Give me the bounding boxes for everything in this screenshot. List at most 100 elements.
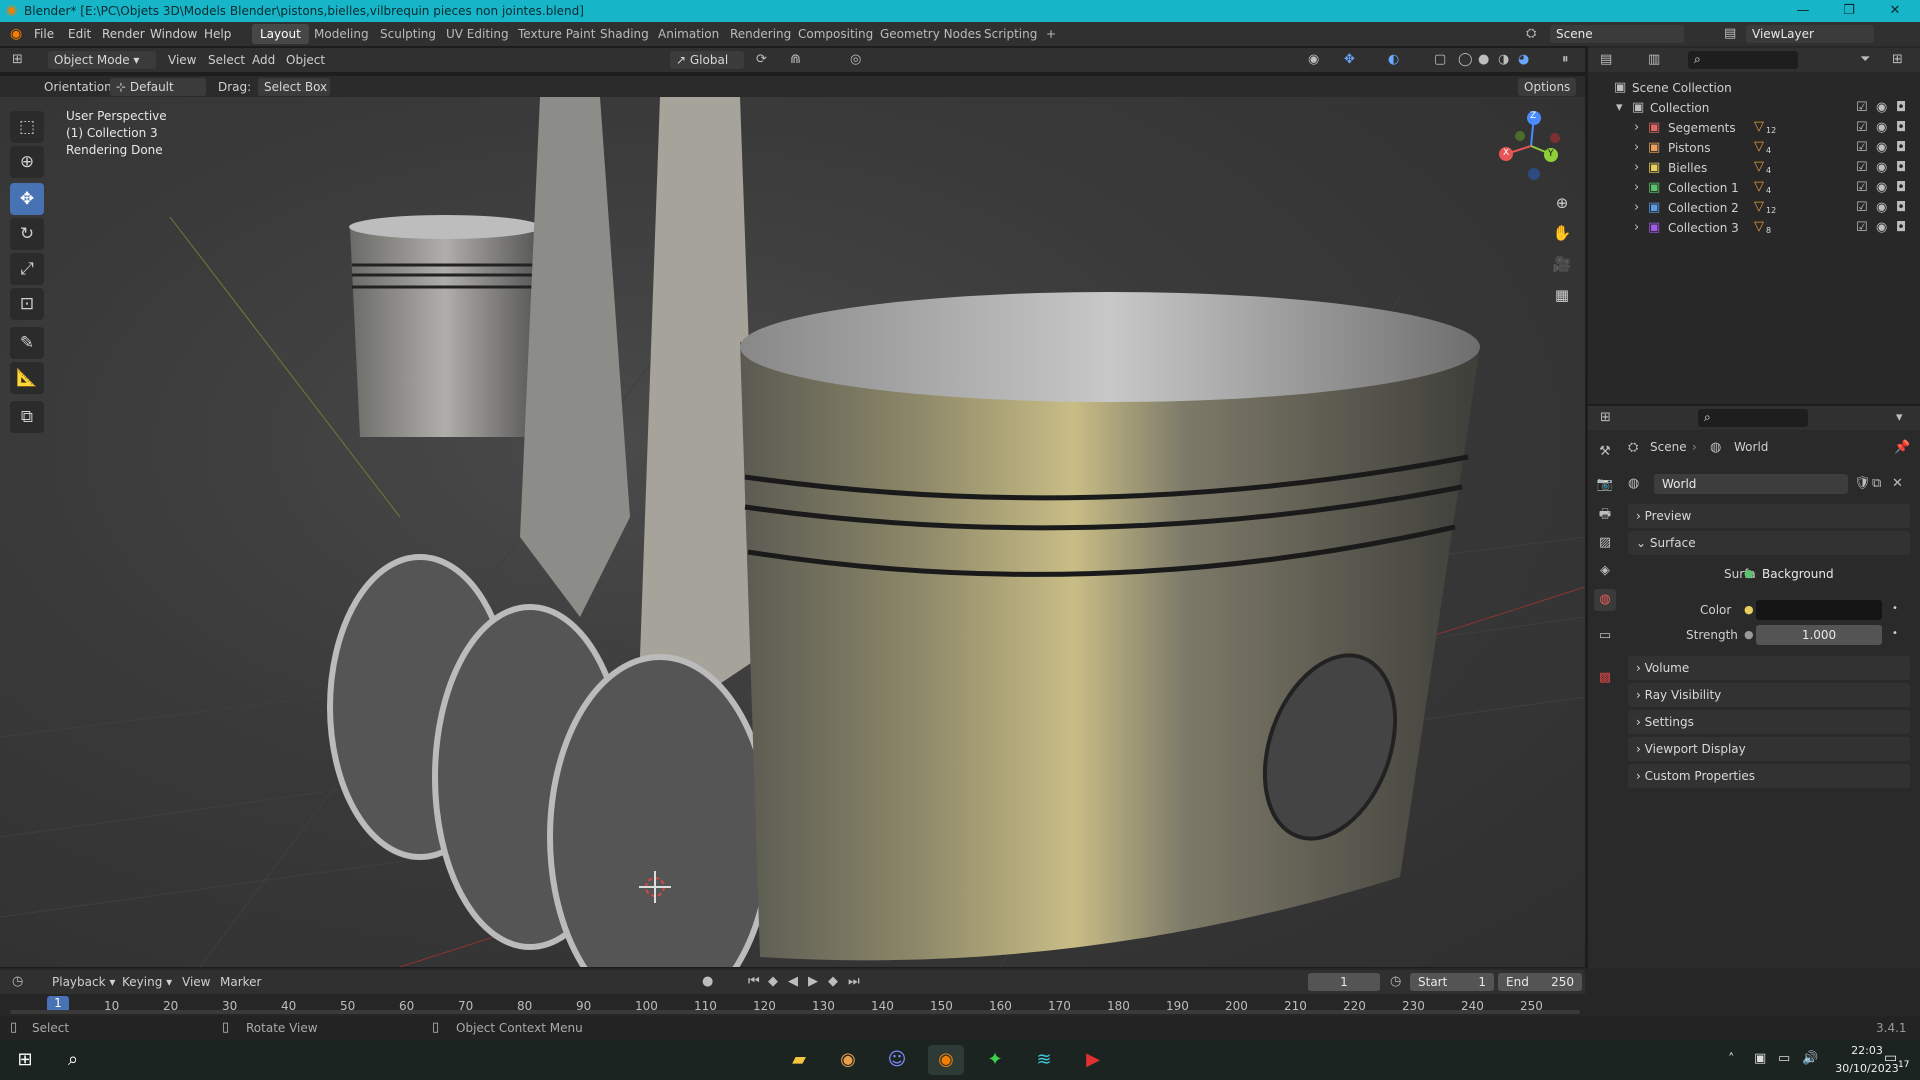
play-reverse-icon[interactable]: ◀ bbox=[788, 974, 798, 989]
properties-editor-type-icon[interactable]: ⊞ bbox=[1600, 410, 1611, 425]
unlink-world-icon[interactable]: ✕ bbox=[1892, 476, 1903, 491]
notification-icon[interactable]: ▭ bbox=[1884, 1050, 1897, 1066]
texture-tab-icon[interactable]: ▩ bbox=[1594, 667, 1616, 689]
collection-tab-icon[interactable]: ▭ bbox=[1594, 625, 1616, 647]
render-camera-icon[interactable]: ◘ bbox=[1896, 120, 1906, 135]
tab-animation[interactable]: Animation bbox=[650, 24, 727, 44]
solid-shading-icon[interactable]: ● bbox=[1478, 52, 1489, 67]
visibility-icon[interactable]: ◉ bbox=[1308, 52, 1319, 67]
panel-preview[interactable]: › Preview bbox=[1628, 504, 1910, 528]
menu-add[interactable]: Add bbox=[252, 53, 275, 67]
pan-hand-icon[interactable]: ✋ bbox=[1548, 219, 1576, 247]
mode-selector[interactable]: Object Mode ▾ bbox=[48, 51, 156, 69]
preview-range-icon[interactable]: ◷ bbox=[1390, 974, 1401, 989]
pivot-point-icon[interactable]: ⟳ bbox=[756, 52, 767, 67]
timeline-editor-type-icon[interactable]: ◷ bbox=[12, 974, 23, 989]
next-keyframe-icon[interactable]: ◆ bbox=[828, 974, 838, 989]
new-collection-icon[interactable]: ⊞ bbox=[1892, 52, 1903, 67]
menu-window[interactable]: Window bbox=[150, 27, 197, 41]
scene-selector[interactable]: Scene bbox=[1550, 25, 1684, 43]
proportional-edit-icon[interactable]: ◎ bbox=[850, 52, 861, 67]
tab-compositing[interactable]: Compositing bbox=[790, 24, 881, 44]
maximize-button[interactable]: ❐ bbox=[1826, 0, 1872, 22]
cursor-tool[interactable]: ⊕ bbox=[10, 146, 44, 178]
world-browse-icon[interactable]: ◍ bbox=[1628, 476, 1639, 491]
xray-toggle-icon[interactable]: ▢ bbox=[1434, 52, 1446, 67]
gizmo-toggle-icon[interactable]: ✥ bbox=[1344, 52, 1355, 67]
properties-search-input[interactable]: ⌕ bbox=[1698, 409, 1808, 427]
discord-icon[interactable]: ☺ bbox=[879, 1045, 915, 1075]
menu-render[interactable]: Render bbox=[102, 27, 145, 41]
rendered-shading-icon[interactable]: ◕ bbox=[1518, 52, 1529, 67]
surface-shader-field[interactable]: Background bbox=[1756, 564, 1882, 584]
view-layer-tab-icon[interactable]: ▨ bbox=[1594, 532, 1616, 554]
rotate-tool[interactable]: ↻ bbox=[10, 218, 44, 250]
checkbox-icon[interactable]: ☑ bbox=[1856, 200, 1868, 215]
checkbox-icon[interactable]: ☑ bbox=[1856, 220, 1868, 235]
expand-arrow-icon[interactable]: › bbox=[1634, 200, 1639, 215]
outliner-row-collection[interactable]: ▾ ▣ Collection ☑ ◉ ◘ bbox=[1588, 98, 1920, 118]
tab-layout[interactable]: Layout bbox=[252, 24, 309, 44]
expand-arrow-icon[interactable]: › bbox=[1634, 120, 1639, 135]
panel-volume[interactable]: › Volume bbox=[1628, 656, 1910, 680]
render-camera-icon[interactable]: ◘ bbox=[1896, 200, 1906, 215]
tool-tab-icon[interactable]: ⚒ bbox=[1594, 441, 1616, 463]
menu-help[interactable]: Help bbox=[204, 27, 231, 41]
checkbox-icon[interactable]: ☑ bbox=[1856, 120, 1868, 135]
expand-arrow-icon[interactable]: › bbox=[1634, 140, 1639, 155]
media-player-icon[interactable]: ▶ bbox=[1075, 1045, 1111, 1075]
checkbox-icon[interactable]: ☑ bbox=[1856, 140, 1868, 155]
measure-tool[interactable]: 📐 bbox=[10, 362, 44, 394]
fake-user-icon[interactable]: 🛡 bbox=[1854, 476, 1871, 491]
properties-options-icon[interactable]: ▾ bbox=[1896, 410, 1903, 425]
menu-marker[interactable]: Marker bbox=[220, 975, 261, 989]
eye-icon[interactable]: ◉ bbox=[1876, 160, 1887, 175]
eye-icon[interactable]: ◉ bbox=[1876, 120, 1887, 135]
color-swatch[interactable] bbox=[1756, 600, 1882, 620]
prev-keyframe-icon[interactable]: ◆ bbox=[768, 974, 778, 989]
outliner-row[interactable]: › ▣ Collection 3 ▽ 8 ☑ ◉ ◘ bbox=[1588, 218, 1920, 238]
zoom-icon[interactable]: ⊕ bbox=[1548, 189, 1576, 217]
pin-icon[interactable]: 📌 bbox=[1894, 440, 1910, 455]
outliner-row[interactable]: › ▣ Bielles ▽ 4 ☑ ◉ ◘ bbox=[1588, 158, 1920, 178]
move-tool[interactable]: ✥ bbox=[10, 183, 44, 215]
transform-tool[interactable]: ⊡ bbox=[10, 288, 44, 320]
snap-icon[interactable]: ⋒ bbox=[790, 52, 801, 67]
new-world-icon[interactable]: ⧉ bbox=[1872, 476, 1881, 491]
select-box-tool[interactable]: ⬚ bbox=[10, 111, 44, 143]
tray-app-icon[interactable]: ▣ bbox=[1754, 1051, 1766, 1066]
tab-rendering[interactable]: Rendering bbox=[722, 24, 799, 44]
record-icon[interactable]: ● bbox=[702, 974, 713, 989]
outliner-row-scene-collection[interactable]: ▣ Scene Collection bbox=[1588, 78, 1920, 98]
scale-tool[interactable]: ⤢ bbox=[10, 253, 44, 285]
app-green-icon[interactable]: ✦ bbox=[977, 1045, 1013, 1075]
eye-icon[interactable]: ◉ bbox=[1876, 220, 1887, 235]
pause-render-icon[interactable]: ⏸ bbox=[1562, 52, 1569, 67]
transform-orientation-dropdown[interactable]: ↗ Global bbox=[670, 51, 744, 69]
blender-menu-icon[interactable]: ◉ bbox=[10, 26, 22, 42]
expand-arrow-icon[interactable]: ▾ bbox=[1616, 100, 1623, 115]
chrome-icon[interactable]: ◉ bbox=[830, 1045, 866, 1075]
tray-chevron-icon[interactable]: ˄ bbox=[1728, 1052, 1735, 1067]
current-frame-field[interactable]: 1 bbox=[1308, 973, 1380, 991]
checkbox-icon[interactable]: ☑ bbox=[1856, 180, 1868, 195]
tab-texture-paint[interactable]: Texture Paint bbox=[510, 24, 603, 44]
world-datablock-field[interactable]: World bbox=[1654, 474, 1848, 494]
menu-object[interactable]: Object bbox=[286, 53, 325, 67]
camera-icon[interactable]: 🎥 bbox=[1548, 250, 1576, 278]
panel-custom-properties[interactable]: › Custom Properties bbox=[1628, 764, 1910, 788]
add-cube-tool[interactable]: ⧉ bbox=[10, 401, 44, 433]
render-tab-icon[interactable]: 📷 bbox=[1594, 474, 1616, 496]
menu-keying[interactable]: Keying ▾ bbox=[122, 975, 172, 989]
output-tab-icon[interactable]: 🖶 bbox=[1594, 504, 1616, 526]
tab-sculpting[interactable]: Sculpting bbox=[372, 24, 444, 44]
search-icon[interactable]: ⌕ bbox=[58, 1046, 88, 1074]
add-workspace-button[interactable]: + bbox=[1038, 24, 1064, 44]
annotate-tool[interactable]: ✎ bbox=[10, 327, 44, 359]
expand-arrow-icon[interactable]: › bbox=[1634, 180, 1639, 195]
app-wave-icon[interactable]: ≋ bbox=[1026, 1045, 1062, 1075]
render-camera-icon[interactable]: ◘ bbox=[1896, 180, 1906, 195]
tab-uv-editing[interactable]: UV Editing bbox=[438, 24, 517, 44]
wireframe-shading-icon[interactable]: ◯ bbox=[1458, 52, 1473, 67]
grid-view-icon[interactable]: ▦ bbox=[1548, 281, 1576, 309]
